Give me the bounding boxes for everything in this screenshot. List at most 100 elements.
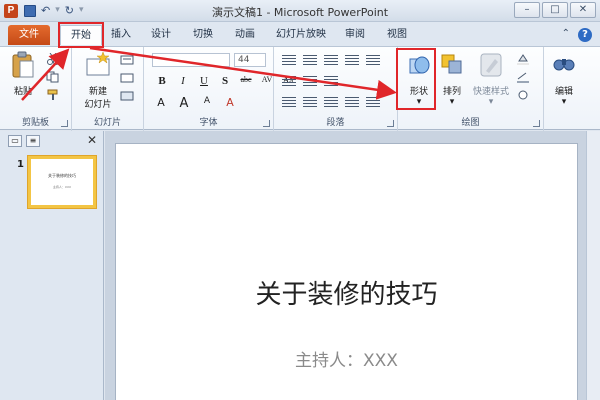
- tab-file[interactable]: 文件: [8, 25, 50, 45]
- thumbnail-subtitle: 主持人：XXX: [52, 185, 72, 189]
- font-family-field[interactable]: [152, 53, 230, 67]
- arrange-label: 排列: [442, 87, 461, 97]
- shape-outline-icon[interactable]: [516, 71, 530, 83]
- tab-transitions[interactable]: 切换: [190, 25, 216, 45]
- slides-group: 新建 幻灯片 幻灯片: [72, 47, 144, 131]
- editing-button[interactable]: 编辑 ▾: [548, 51, 580, 107]
- slide-number: 1: [17, 159, 24, 170]
- shape-fill-icon[interactable]: [516, 53, 530, 65]
- paragraph-row-3: [282, 97, 380, 107]
- highlight-home-tab: [58, 22, 104, 48]
- smartart-icon[interactable]: [324, 76, 338, 86]
- format-painter-icon[interactable]: [46, 89, 60, 101]
- ribbon: 粘贴 剪贴板 新建 幻灯片 幻灯片 44 B I U S abc AV A A …: [0, 46, 600, 131]
- columns-icon[interactable]: [366, 97, 380, 107]
- slides-tab-icon[interactable]: ▭: [8, 135, 22, 147]
- font-color-button[interactable]: A: [154, 96, 168, 111]
- paragraph-launcher-icon[interactable]: [387, 120, 394, 127]
- close-icon[interactable]: ✕: [87, 133, 97, 147]
- tab-right-controls: ⌃ ?: [562, 28, 592, 42]
- text-direction-icon[interactable]: [282, 76, 296, 86]
- font-color-row: A A A A: [154, 96, 237, 111]
- outline-tab-icon[interactable]: ≡: [26, 135, 40, 147]
- tab-review[interactable]: 审阅: [342, 25, 368, 45]
- bullets-icon[interactable]: [282, 55, 296, 65]
- binoculars-icon: [553, 59, 575, 71]
- window-title: 演示文稿1 - Microsoft PowerPoint: [211, 6, 389, 19]
- arrange-dropdown-icon: ▾: [449, 97, 455, 107]
- editing-dropdown-icon: ▾: [561, 97, 567, 107]
- slide-editing-area: 关于装修的技巧 主持人：XXX: [105, 131, 600, 400]
- clipboard-launcher-icon[interactable]: [61, 120, 68, 127]
- reset-icon[interactable]: [120, 73, 134, 83]
- justify-icon[interactable]: [345, 97, 359, 107]
- quick-styles-button[interactable]: 快速样式 ▾: [470, 51, 512, 107]
- paragraph-row-2: [282, 76, 338, 86]
- paragraph-group: 段落: [274, 47, 398, 131]
- grow-font-button[interactable]: A: [177, 96, 191, 111]
- new-slide-button[interactable]: 新建 幻灯片: [78, 51, 118, 110]
- char-spacing-button[interactable]: AV: [261, 75, 273, 87]
- paste-button[interactable]: 粘贴: [8, 51, 38, 97]
- arrange-button[interactable]: 排列 ▾: [438, 51, 466, 107]
- paragraph-row-1: [282, 55, 380, 65]
- window-controls: – □ ✕: [514, 2, 596, 18]
- panel-tabs: ▭ ≡: [8, 135, 40, 147]
- slide-thumbnail-panel: ▭ ≡ ✕ 1 关于装修的技巧 主持人：XXX: [0, 131, 104, 400]
- cut-icon[interactable]: [46, 53, 60, 65]
- section-icon[interactable]: [120, 91, 134, 101]
- tab-design[interactable]: 设计: [148, 25, 174, 45]
- font-group-label: 字体: [199, 118, 218, 128]
- copy-icon[interactable]: [46, 71, 60, 83]
- editing-label: 编辑: [554, 87, 573, 97]
- tab-insert[interactable]: 插入: [108, 25, 134, 45]
- slide-canvas[interactable]: 关于装修的技巧 主持人：XXX: [115, 143, 578, 400]
- align-center-icon[interactable]: [303, 97, 317, 107]
- italic-button[interactable]: I: [177, 75, 189, 87]
- align-text-icon[interactable]: [303, 76, 317, 86]
- strikethrough-button[interactable]: abc: [240, 75, 252, 87]
- align-right-icon[interactable]: [324, 97, 338, 107]
- font-size-field[interactable]: 44: [234, 53, 266, 67]
- clipboard-group: 粘贴 剪贴板: [0, 47, 72, 131]
- line-spacing-icon[interactable]: [366, 55, 380, 65]
- collapse-ribbon-icon[interactable]: ⌃: [562, 28, 570, 42]
- tab-view[interactable]: 视图: [384, 25, 410, 45]
- new-slide-label-2: 幻灯片: [84, 100, 112, 110]
- underline-button[interactable]: U: [198, 75, 210, 87]
- slide-title[interactable]: 关于装修的技巧: [116, 274, 577, 311]
- shrink-font-button[interactable]: A: [200, 96, 214, 111]
- paste-label: 粘贴: [13, 87, 32, 97]
- layout-icon[interactable]: [120, 55, 134, 65]
- minimize-button[interactable]: –: [514, 2, 540, 18]
- maximize-button[interactable]: □: [542, 2, 568, 18]
- slide-subtitle[interactable]: 主持人：XXX: [116, 346, 577, 371]
- paragraph-group-label: 段落: [326, 118, 345, 128]
- text-highlight-button[interactable]: A: [223, 96, 237, 111]
- title-bar: P ↶ ▾ ↻ ▾ 演示文稿1 - Microsoft PowerPoint –…: [0, 0, 600, 22]
- close-button[interactable]: ✕: [570, 2, 596, 18]
- drawing-group-label: 绘图: [461, 118, 480, 128]
- bold-button[interactable]: B: [156, 75, 168, 87]
- help-icon[interactable]: ?: [578, 28, 592, 42]
- align-left-icon[interactable]: [282, 97, 296, 107]
- clipboard-paste-icon: [12, 51, 34, 78]
- slide-thumbnail[interactable]: 关于装修的技巧 主持人：XXX: [27, 155, 97, 209]
- arrange-icon: [441, 54, 462, 74]
- font-launcher-icon[interactable]: [263, 120, 270, 127]
- shadow-button[interactable]: S: [219, 75, 231, 87]
- quick-styles-dropdown-icon: ▾: [488, 97, 494, 107]
- decrease-indent-icon[interactable]: [324, 55, 338, 65]
- tab-slideshow[interactable]: 幻灯片放映: [274, 25, 328, 45]
- shape-effects-icon[interactable]: [516, 89, 530, 101]
- slides-group-label: 幻灯片: [93, 118, 121, 128]
- tab-animations[interactable]: 动画: [232, 25, 258, 45]
- vertical-scrollbar[interactable]: [586, 131, 600, 400]
- increase-indent-icon[interactable]: [345, 55, 359, 65]
- quick-styles-label: 快速样式: [472, 87, 509, 97]
- new-slide-label: 新建: [88, 87, 107, 97]
- drawing-launcher-icon[interactable]: [533, 120, 540, 127]
- highlight-shapes-button: [396, 48, 436, 110]
- quick-styles-icon: [480, 53, 502, 77]
- numbering-icon[interactable]: [303, 55, 317, 65]
